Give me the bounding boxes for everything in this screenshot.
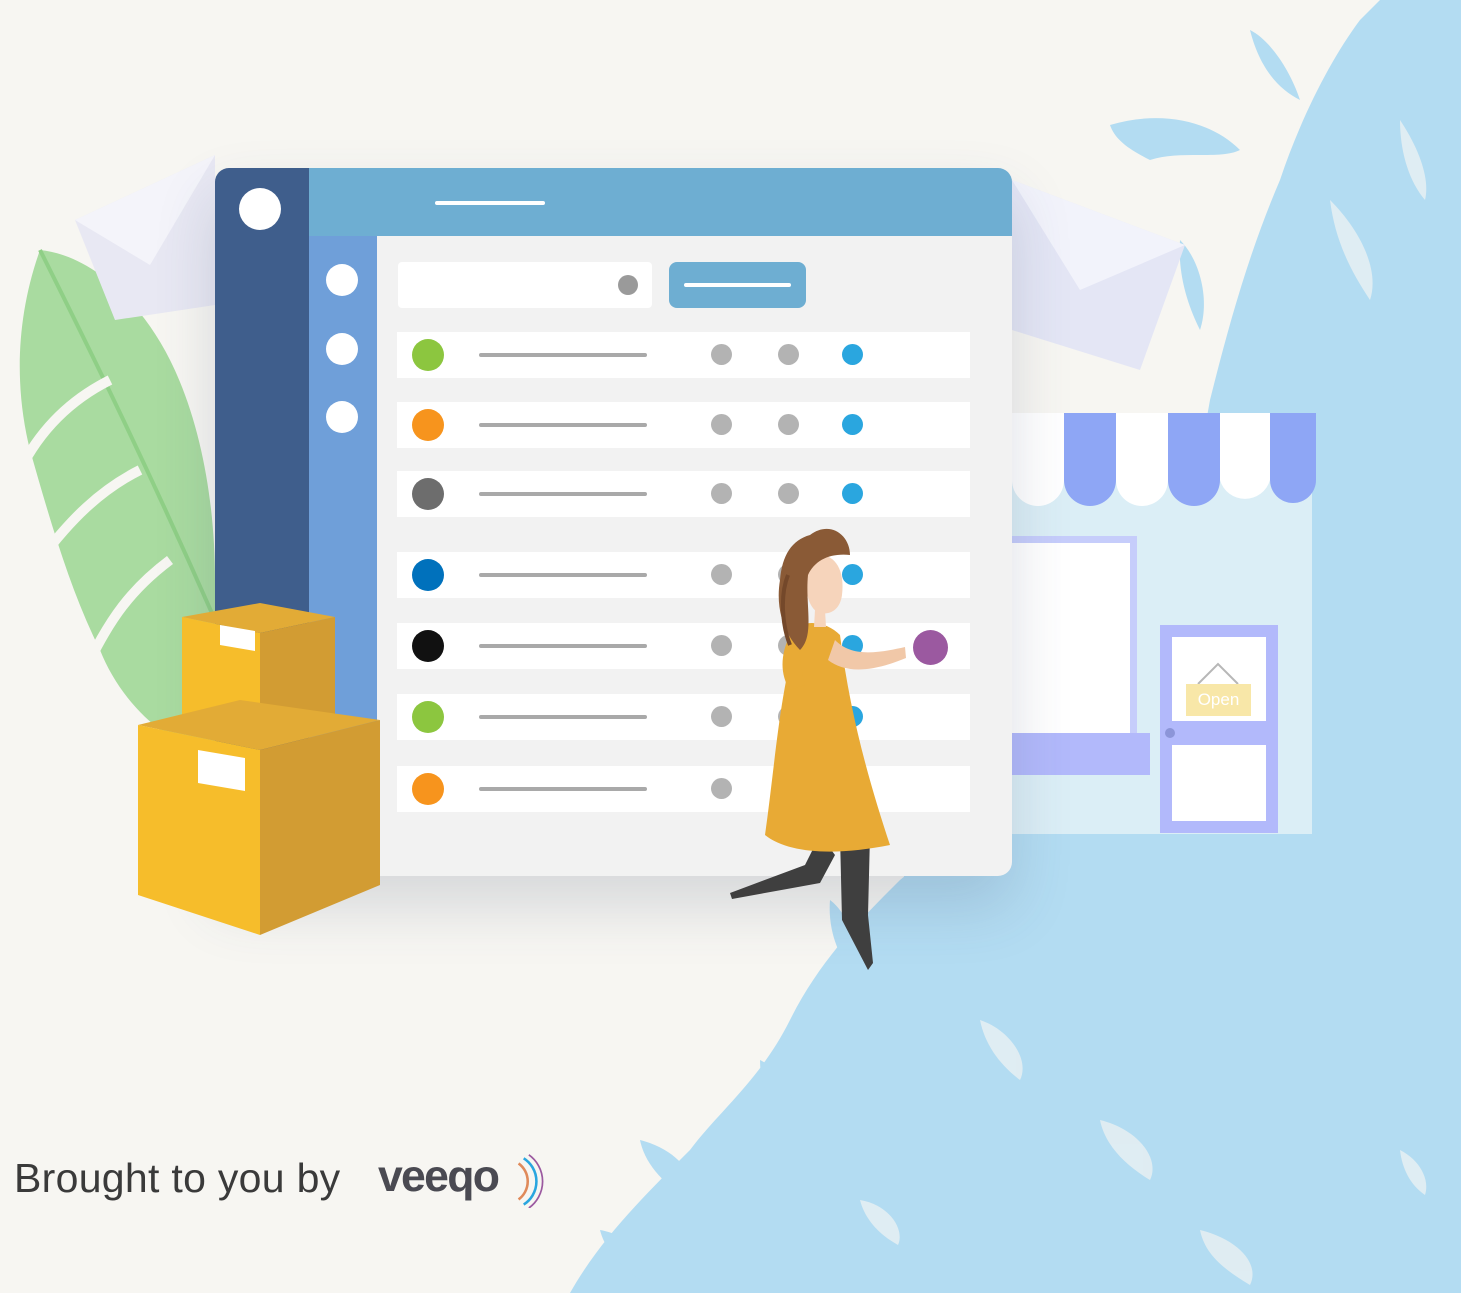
- order-status-icon: [412, 701, 444, 733]
- order-status-icon: [412, 630, 444, 662]
- app-logo-icon[interactable]: [239, 188, 281, 230]
- order-field-dot: [778, 344, 799, 365]
- veeqo-logo[interactable]: veeqo: [362, 1148, 562, 1208]
- large-box: [138, 700, 380, 935]
- woman-figure: [730, 528, 906, 970]
- footer-attribution: Brought to you by veeqo: [14, 1148, 562, 1208]
- shipping-boxes: [138, 603, 380, 935]
- order-title-placeholder: [479, 492, 647, 496]
- order-status-icon: [412, 339, 444, 371]
- handled-order-dot[interactable]: [913, 630, 948, 665]
- order-title-placeholder: [479, 573, 647, 577]
- storefront: [1000, 413, 1316, 834]
- order-field-dot: [778, 483, 799, 504]
- store-open-sign: Open: [1197, 690, 1240, 709]
- footer-tagline: Brought to you by: [14, 1154, 341, 1201]
- order-title-placeholder: [479, 715, 647, 719]
- search-icon: [618, 275, 638, 295]
- order-channel-icon: [842, 414, 863, 435]
- order-status-icon: [412, 409, 444, 441]
- order-channel-icon: [842, 344, 863, 365]
- search-input[interactable]: [398, 262, 652, 308]
- order-row[interactable]: [397, 402, 970, 448]
- order-status-icon: [412, 773, 444, 805]
- order-status-icon: [412, 478, 444, 510]
- order-status-icon: [412, 559, 444, 591]
- right-envelope: [1012, 180, 1185, 370]
- primary-action-button[interactable]: [669, 262, 806, 308]
- order-channel-icon: [842, 483, 863, 504]
- order-field-dot: [711, 344, 732, 365]
- button-label-placeholder: [684, 283, 791, 287]
- veeqo-logo-wordmark: veeqo: [378, 1152, 499, 1201]
- order-field-dot: [711, 483, 732, 504]
- nav-item-icon[interactable]: [326, 333, 358, 365]
- nav-item-icon[interactable]: [326, 264, 358, 296]
- nav-item-icon[interactable]: [326, 401, 358, 433]
- order-title-placeholder: [479, 644, 647, 648]
- order-field-dot: [778, 414, 799, 435]
- app-header: [309, 168, 1012, 236]
- header-title-placeholder: [435, 201, 545, 205]
- order-row[interactable]: [397, 332, 970, 378]
- order-title-placeholder: [479, 787, 647, 791]
- order-row[interactable]: [397, 471, 970, 517]
- order-field-dot: [711, 414, 732, 435]
- order-title-placeholder: [479, 423, 647, 427]
- order-title-placeholder: [479, 353, 647, 357]
